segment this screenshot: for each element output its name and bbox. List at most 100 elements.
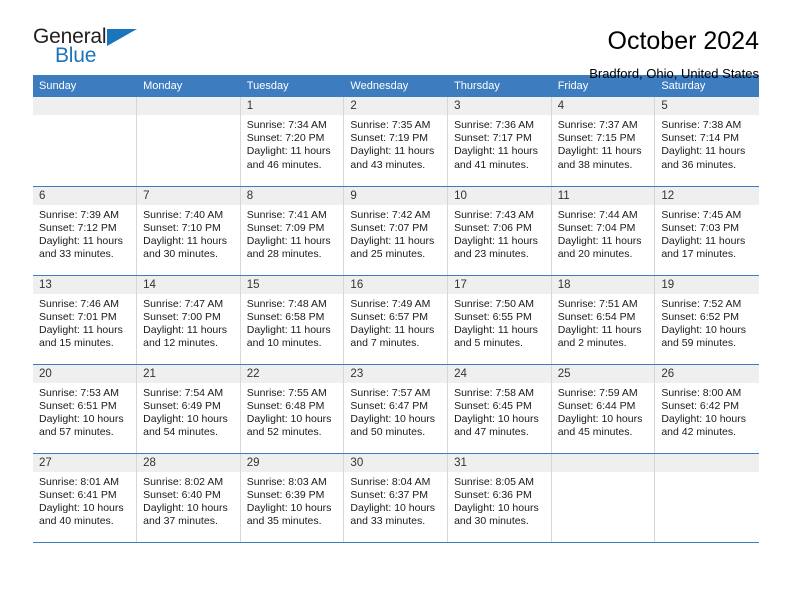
cell-inner: [655, 453, 759, 542]
daylight-duration-line1: Daylight: 10 hours: [661, 412, 746, 425]
calendar-day-cell[interactable]: 24 Sunrise: 7:58 AM Sunset: 6:45 PM Dayligh…: [447, 364, 552, 454]
daylight-duration-line2: and 10 minutes.: [246, 337, 322, 350]
page-header: General Blue October 2024 Bradford, Ohio…: [33, 0, 759, 81]
day-details: Sunrise: 7:52 AM Sunset: 6:52 PM Daylight:…: [655, 294, 758, 351]
daylight-duration-line2: and 33 minutes.: [39, 248, 114, 261]
day-details: Sunrise: 7:48 AM Sunset: 6:58 PM Daylight:…: [241, 294, 344, 351]
sunrise-time: Sunrise: 7:49 AM: [350, 297, 431, 310]
cell-inner: 3 Sunrise: 7:36 AM Sunset: 7:17 PM Daylight…: [448, 97, 551, 186]
sunset-time: Sunset: 6:48 PM: [246, 399, 325, 412]
daylight-duration-line1: Daylight: 10 hours: [350, 412, 436, 425]
sunset-time: Sunset: 7:17 PM: [454, 132, 532, 145]
calendar-day-cell[interactable]: 12 Sunrise: 7:45 AM Sunset: 7:03 PM Dayligh…: [654, 186, 759, 276]
calendar-day-cell[interactable]: 27 Sunrise: 8:01 AM Sunset: 6:41 PM Dayligh…: [33, 453, 138, 543]
daylight-duration-line1: Daylight: 10 hours: [246, 501, 332, 514]
daylight-duration-line2: and 5 minutes.: [454, 337, 523, 350]
calendar-day-cell[interactable]: 13 Sunrise: 7:46 AM Sunset: 7:01 PM Dayligh…: [33, 275, 138, 365]
calendar-day-cell[interactable]: 28 Sunrise: 8:02 AM Sunset: 6:40 PM Dayligh…: [136, 453, 241, 543]
calendar-day-cell[interactable]: 26 Sunrise: 8:00 AM Sunset: 6:42 PM Dayligh…: [654, 364, 759, 454]
calendar-cell-empty: [136, 97, 241, 187]
sunrise-time: Sunrise: 7:37 AM: [557, 119, 638, 131]
calendar-day-cell[interactable]: 22 Sunrise: 7:55 AM Sunset: 6:48 PM Dayligh…: [240, 364, 345, 454]
daylight-duration-line1: Daylight: 10 hours: [350, 501, 436, 514]
day-details: Sunrise: 7:47 AM Sunset: 7:00 PM Daylight:…: [137, 294, 240, 351]
calendar-day-cell[interactable]: 14 Sunrise: 7:47 AM Sunset: 7:00 PM Dayligh…: [136, 275, 241, 365]
day-details: Sunrise: 7:59 AM Sunset: 6:44 PM Daylight:…: [552, 383, 655, 440]
sunset-time: Sunset: 7:15 PM: [557, 132, 636, 145]
calendar-day-cell[interactable]: 6 Sunrise: 7:39 AM Sunset: 7:12 PM Daylight…: [33, 186, 138, 276]
daylight-duration-line1: Daylight: 11 hours: [39, 234, 123, 247]
calendar-day-cell[interactable]: 7 Sunrise: 7:40 AM Sunset: 7:10 PM Daylight…: [136, 186, 241, 276]
cell-inner: 2 Sunrise: 7:35 AM Sunset: 7:19 PM Daylight…: [344, 97, 448, 186]
day-details: Sunrise: 7:34 AM Sunset: 7:20 PM Daylight:…: [241, 115, 344, 172]
calendar-day-cell[interactable]: 2 Sunrise: 7:35 AM Sunset: 7:19 PM Daylight…: [343, 97, 449, 187]
calendar-day-cell[interactable]: 16 Sunrise: 7:49 AM Sunset: 6:57 PM Dayligh…: [343, 275, 449, 365]
daylight-duration-line2: and 43 minutes.: [350, 158, 426, 171]
calendar-day-cell[interactable]: 30 Sunrise: 8:04 AM Sunset: 6:37 PM Dayligh…: [343, 453, 449, 543]
calendar-day-cell[interactable]: 23 Sunrise: 7:57 AM Sunset: 6:47 PM Dayligh…: [343, 364, 449, 454]
cell-inner: 29 Sunrise: 8:03 AM Sunset: 6:39 PM Dayligh…: [240, 453, 344, 542]
calendar-day-cell[interactable]: 25 Sunrise: 7:59 AM Sunset: 6:44 PM Dayligh…: [551, 364, 656, 454]
calendar-day-cell[interactable]: 9 Sunrise: 7:42 AM Sunset: 7:07 PM Daylight…: [343, 186, 449, 276]
sunrise-time: Sunrise: 7:43 AM: [454, 208, 535, 221]
sunset-time: Sunset: 6:57 PM: [350, 310, 429, 323]
calendar-day-cell[interactable]: 8 Sunrise: 7:41 AM Sunset: 7:09 PM Daylight…: [240, 186, 345, 276]
calendar-day-cell[interactable]: 18 Sunrise: 7:51 AM Sunset: 6:54 PM Dayligh…: [551, 275, 656, 365]
day-number: 2: [344, 97, 448, 115]
day-number: 4: [551, 97, 655, 115]
calendar-day-cell[interactable]: 29 Sunrise: 8:03 AM Sunset: 6:39 PM Dayligh…: [240, 453, 345, 543]
sunrise-time: Sunrise: 7:46 AM: [39, 297, 119, 310]
sunset-time: Sunset: 6:49 PM: [143, 399, 221, 412]
daylight-duration-line2: and 46 minutes.: [246, 158, 322, 171]
daylight-duration-line1: Daylight: 10 hours: [143, 412, 228, 425]
cell-inner: 25 Sunrise: 7:59 AM Sunset: 6:44 PM Dayligh…: [551, 364, 655, 453]
daylight-duration-line2: and 59 minutes.: [661, 337, 737, 350]
calendar-day-cell[interactable]: 10 Sunrise: 7:43 AM Sunset: 7:06 PM Dayligh…: [447, 186, 552, 276]
cell-inner: 10 Sunrise: 7:43 AM Sunset: 7:06 PM Dayligh…: [448, 186, 551, 275]
calendar-day-cell[interactable]: 1 Sunrise: 7:34 AM Sunset: 7:20 PM Daylight…: [240, 97, 345, 187]
calendar-week-row: 13 Sunrise: 7:46 AM Sunset: 7:01 PM Dayligh…: [33, 275, 759, 365]
calendar-day-cell[interactable]: 17 Sunrise: 7:50 AM Sunset: 6:55 PM Dayligh…: [447, 275, 552, 365]
daylight-duration-line2: and 23 minutes.: [454, 248, 529, 261]
day-number: 5: [655, 97, 759, 115]
day-details: Sunrise: 8:05 AM Sunset: 6:36 PM Daylight:…: [448, 472, 551, 529]
daylight-duration-line1: Daylight: 11 hours: [246, 145, 331, 158]
day-details: Sunrise: 7:40 AM Sunset: 7:10 PM Daylight:…: [137, 205, 240, 262]
cell-inner: 11 Sunrise: 7:44 AM Sunset: 7:04 PM Dayligh…: [551, 186, 655, 275]
cell-inner: 23 Sunrise: 7:57 AM Sunset: 6:47 PM Dayligh…: [344, 364, 448, 453]
sunset-time: Sunset: 7:00 PM: [143, 310, 221, 323]
general-blue-logo[interactable]: General Blue: [33, 26, 153, 72]
calendar-page: General Blue October 2024 Bradford, Ohio…: [0, 0, 792, 612]
day-number: 18: [551, 275, 655, 294]
calendar-day-cell[interactable]: 31 Sunrise: 8:05 AM Sunset: 6:36 PM Dayligh…: [447, 453, 552, 543]
calendar-day-cell[interactable]: 19 Sunrise: 7:52 AM Sunset: 6:52 PM Dayligh…: [654, 275, 759, 365]
day-details: Sunrise: 7:55 AM Sunset: 6:48 PM Daylight:…: [241, 383, 344, 440]
daylight-duration-line1: Daylight: 10 hours: [557, 412, 643, 425]
calendar-day-cell[interactable]: 4 Sunrise: 7:37 AM Sunset: 7:15 PM Daylight…: [551, 97, 656, 187]
day-number: 19: [655, 275, 759, 294]
day-details: Sunrise: 7:50 AM Sunset: 6:55 PM Daylight:…: [448, 294, 551, 351]
calendar-day-cell[interactable]: 5 Sunrise: 7:38 AM Sunset: 7:14 PM Daylight…: [654, 97, 759, 187]
weekday-header-sunday: Sunday: [33, 75, 138, 97]
cell-inner: 9 Sunrise: 7:42 AM Sunset: 7:07 PM Daylight…: [344, 186, 448, 275]
sunset-time: Sunset: 6:36 PM: [454, 488, 532, 501]
daylight-duration-line2: and 28 minutes.: [246, 248, 322, 261]
daylight-duration-line1: Daylight: 11 hours: [246, 323, 331, 336]
calendar-day-cell[interactable]: 11 Sunrise: 7:44 AM Sunset: 7:04 PM Dayligh…: [551, 186, 656, 276]
calendar-day-cell[interactable]: 15 Sunrise: 7:48 AM Sunset: 6:58 PM Dayligh…: [240, 275, 345, 365]
day-number: 25: [551, 364, 655, 383]
day-number: 31: [448, 453, 551, 472]
daylight-duration-line1: Daylight: 11 hours: [246, 234, 331, 247]
calendar-day-cell[interactable]: 3 Sunrise: 7:36 AM Sunset: 7:17 PM Daylight…: [447, 97, 552, 187]
sunrise-time: Sunrise: 7:48 AM: [246, 297, 327, 310]
day-details: Sunrise: 8:03 AM Sunset: 6:39 PM Daylight:…: [241, 472, 344, 529]
calendar-day-cell[interactable]: 20 Sunrise: 7:53 AM Sunset: 6:51 PM Dayligh…: [33, 364, 138, 454]
daylight-duration-line1: Daylight: 11 hours: [454, 145, 538, 158]
sunrise-time: Sunrise: 7:35 AM: [350, 119, 431, 131]
sunrise-time: Sunrise: 7:39 AM: [39, 208, 119, 221]
day-details: Sunrise: 7:57 AM Sunset: 6:47 PM Daylight:…: [344, 383, 447, 440]
calendar-day-cell[interactable]: 21 Sunrise: 7:54 AM Sunset: 6:49 PM Dayligh…: [136, 364, 241, 454]
daylight-duration-line2: and 38 minutes.: [557, 158, 633, 171]
logo-text-blue: Blue: [55, 44, 97, 67]
day-number: 12: [655, 186, 759, 205]
